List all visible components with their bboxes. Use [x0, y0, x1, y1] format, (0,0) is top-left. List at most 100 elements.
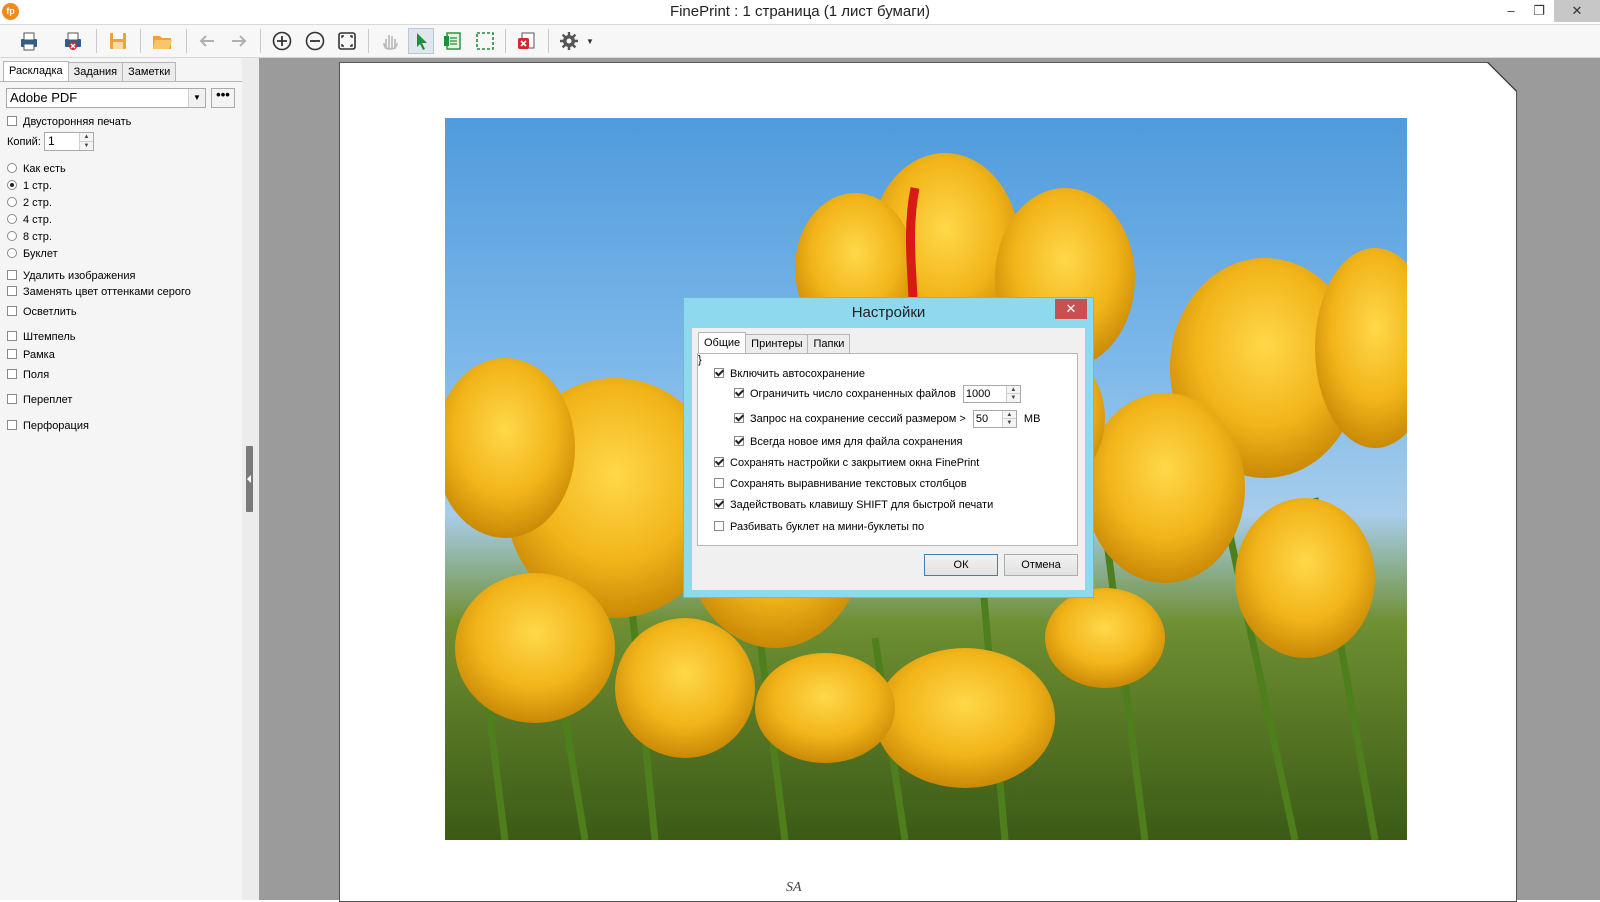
- duplex-label: Двусторонняя печать: [23, 116, 132, 128]
- checkbox-box[interactable]: [7, 394, 17, 404]
- save-on-close-checkbox[interactable]: Сохранять настройки с закрытием окна Fin…: [714, 456, 979, 470]
- layout-radio-1[interactable]: 1 стр.: [7, 179, 52, 193]
- layout-radio-4[interactable]: 4 стр.: [7, 213, 52, 227]
- checkbox-box[interactable]: [7, 349, 17, 359]
- checkbox-box[interactable]: [734, 412, 744, 423]
- binding-checkbox[interactable]: Переплет: [7, 393, 72, 407]
- chevron-down-icon[interactable]: ▼: [188, 89, 205, 107]
- tab-printers[interactable]: Принтеры: [745, 334, 809, 353]
- checkbox-box[interactable]: [7, 306, 17, 316]
- perforation-checkbox[interactable]: Перфорация: [7, 419, 89, 433]
- autosave-checkbox[interactable]: Включить автосохранение: [714, 367, 865, 381]
- zoom-out-icon[interactable]: [302, 28, 328, 54]
- radio-button[interactable]: [7, 197, 17, 207]
- layout-radio-2[interactable]: 2 стр.: [7, 196, 52, 210]
- session-prompt-checkbox[interactable]: Запрос на сохранение сессий размером > 5…: [734, 410, 1040, 428]
- stamp-checkbox[interactable]: Штемпель: [7, 330, 76, 344]
- checkbox-box[interactable]: [714, 457, 724, 467]
- radio-button[interactable]: [7, 163, 17, 173]
- dialog-panel: Включить автосохранение Ограничить число…: [697, 353, 1078, 546]
- limit-files-checkbox[interactable]: Ограничить число сохраненных файлов 1000…: [734, 385, 1021, 403]
- save-alignment-checkbox[interactable]: Сохранять выравнивание текстовых столбцо…: [714, 477, 967, 491]
- limit-files-value: 1000: [965, 388, 991, 400]
- tab-notes[interactable]: Заметки: [122, 62, 177, 81]
- always-new-name-checkbox[interactable]: Всегда новое имя для файла сохранения: [734, 435, 962, 449]
- checkbox-box[interactable]: [7, 331, 17, 341]
- remove-images-checkbox[interactable]: Удалить изображения: [7, 269, 135, 283]
- left-panel: Раскладка Задания Заметки Adobe PDF ▼ ••…: [0, 58, 243, 900]
- limit-files-stepper[interactable]: 1000 ▲ ▼: [962, 385, 1021, 403]
- zoom-in-icon[interactable]: [269, 28, 295, 54]
- grayscale-checkbox[interactable]: Заменять цвет оттенками серого: [7, 285, 191, 299]
- checkbox-label: Запрос на сохранение сессий размером >: [750, 412, 966, 425]
- layout-radio-label: 4 стр.: [23, 214, 52, 226]
- layout-radio-booklet[interactable]: Буклет: [7, 247, 58, 261]
- checkbox-box[interactable]: [7, 270, 17, 280]
- radio-button[interactable]: [7, 180, 17, 190]
- radio-button[interactable]: [7, 231, 17, 241]
- copies-stepper[interactable]: 1 ▲ ▼: [44, 132, 94, 151]
- checkbox-label: Включить автосохранение: [730, 368, 866, 380]
- hand-icon[interactable]: [377, 28, 403, 54]
- frame-checkbox[interactable]: Рамка: [7, 348, 55, 362]
- fit-page-icon[interactable]: [334, 28, 360, 54]
- layout-radio-8[interactable]: 8 стр.: [7, 230, 52, 244]
- spin-down-icon[interactable]: ▼: [1005, 393, 1020, 402]
- chevron-down-icon[interactable]: ▼: [586, 37, 594, 46]
- spin-down-icon[interactable]: ▼: [1001, 418, 1016, 427]
- printer-more-button[interactable]: •••: [211, 88, 235, 108]
- close-icon[interactable]: ✕: [1055, 299, 1087, 319]
- printer-select[interactable]: Adobe PDF ▼: [6, 88, 206, 108]
- checkbox-box[interactable]: [734, 436, 744, 446]
- restore-icon[interactable]: ❐: [1524, 0, 1554, 22]
- split-booklet-checkbox[interactable]: Разбивать буклет на мини-буклеты по: [714, 520, 924, 534]
- radio-button[interactable]: [7, 248, 17, 258]
- tab-layout[interactable]: Раскладка: [3, 61, 69, 82]
- delete-job-icon[interactable]: [514, 28, 540, 54]
- lighten-checkbox[interactable]: Осветлить: [7, 305, 77, 319]
- green-page-icon[interactable]: [440, 28, 466, 54]
- toolbar-separator: [186, 29, 187, 53]
- checkbox-box[interactable]: [7, 286, 17, 296]
- copies-label: Копий:: [7, 136, 41, 148]
- print-delete-icon[interactable]: [60, 28, 86, 54]
- spin-up-icon[interactable]: ▲: [79, 133, 93, 141]
- print-icon[interactable]: [16, 28, 42, 54]
- cancel-button[interactable]: Отмена: [1004, 554, 1078, 576]
- checkbox-box[interactable]: [714, 478, 724, 488]
- checkbox-box[interactable]: [7, 116, 17, 126]
- tab-folders[interactable]: Папки: [807, 334, 851, 353]
- checkbox-box[interactable]: [714, 368, 724, 378]
- minimize-icon[interactable]: –: [1496, 0, 1526, 22]
- tab-general[interactable]: Общие: [698, 332, 747, 354]
- duplex-checkbox[interactable]: Двусторонняя печать: [7, 115, 131, 129]
- toolbar-separator: [96, 29, 97, 53]
- splitter-handle[interactable]: [246, 446, 253, 512]
- checkbox-label: Рамка: [23, 349, 55, 361]
- checkbox-box[interactable]: [714, 521, 724, 531]
- checkbox-box[interactable]: [7, 420, 17, 430]
- select-rect-icon[interactable]: [472, 28, 498, 54]
- ok-button[interactable]: ОК: [924, 554, 998, 576]
- checkbox-label: Поля: [23, 369, 50, 381]
- checkbox-box[interactable]: [7, 369, 17, 379]
- checkbox-box[interactable]: [734, 387, 744, 398]
- shift-key-checkbox[interactable]: Задействовать клавишу SHIFT для быстрой …: [714, 498, 993, 512]
- tab-divider: [0, 81, 242, 82]
- forward-arrow-icon[interactable]: [226, 28, 252, 54]
- back-arrow-icon[interactable]: [194, 28, 220, 54]
- layout-radio-as-is[interactable]: Как есть: [7, 162, 66, 176]
- spin-down-icon[interactable]: ▼: [79, 141, 93, 150]
- pointer-icon[interactable]: [408, 28, 434, 54]
- margins-checkbox[interactable]: Поля: [7, 368, 49, 382]
- session-size-stepper[interactable]: 50 ▲ ▼: [972, 410, 1017, 428]
- save-icon[interactable]: [105, 28, 131, 54]
- checkbox-label: Всегда новое имя для файла сохранения: [750, 436, 963, 448]
- open-folder-icon[interactable]: [149, 28, 175, 54]
- checkbox-box[interactable]: [714, 499, 724, 509]
- radio-button[interactable]: [7, 214, 17, 224]
- gear-icon[interactable]: [556, 28, 582, 54]
- close-icon[interactable]: ✕: [1554, 0, 1600, 22]
- dialog-title: Настройки: [851, 304, 926, 321]
- tab-jobs[interactable]: Задания: [67, 62, 124, 81]
